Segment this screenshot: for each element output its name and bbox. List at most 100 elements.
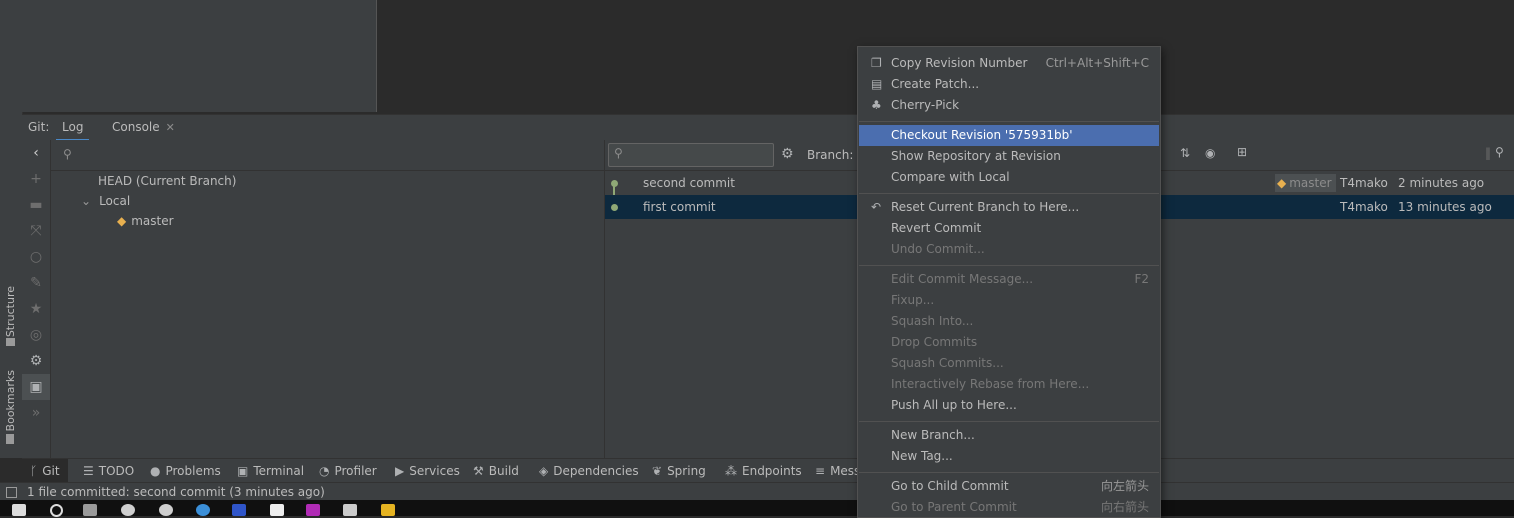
list-icon: ☰ — [83, 464, 94, 478]
tab-dependencies[interactable]: ◈ Dependencies — [539, 459, 639, 483]
search-icon: ⚲ — [63, 147, 72, 161]
left-tool-strip: Structure Bookmarks — [0, 0, 23, 458]
status-bar: 1 file committed: second commit (3 minut… — [0, 482, 1514, 501]
os-taskbar — [0, 500, 1514, 517]
eye-icon[interactable]: ◉ — [1205, 146, 1215, 160]
more-icon[interactable]: » — [22, 400, 50, 426]
commit-tag-badge: ◆ master — [1275, 174, 1336, 192]
tab-spring[interactable]: ❦ Spring — [652, 459, 706, 483]
menu-create-patch[interactable]: ▤ Create Patch... — [859, 74, 1159, 95]
menu-compare-with-local[interactable]: Compare with Local — [859, 167, 1159, 188]
menu-new-tag[interactable]: New Tag... — [859, 446, 1159, 467]
menu-new-branch[interactable]: New Branch... — [859, 425, 1159, 446]
search-icon[interactable]: ○ — [22, 244, 50, 270]
git-title: Git: — [28, 120, 50, 134]
tab-git[interactable]: ᚴ Git — [22, 459, 68, 483]
task-view-icon[interactable] — [83, 504, 97, 516]
chrome-icon[interactable] — [121, 504, 135, 516]
edit-icon[interactable]: ✎ — [22, 270, 50, 296]
menu-edit-commit-message[interactable]: Edit Commit Message... F2 — [859, 269, 1159, 290]
app-icon[interactable] — [196, 504, 210, 516]
menu-cherry-pick[interactable]: ♣ Cherry-Pick — [859, 95, 1159, 116]
tab-services[interactable]: ▶ Services — [395, 459, 460, 483]
problems-icon: ● — [150, 464, 161, 478]
browser-icon[interactable] — [159, 504, 173, 516]
endpoints-icon: ⁂ — [725, 464, 737, 478]
status-message[interactable]: 1 file committed: second commit (3 minut… — [27, 483, 325, 501]
intellij-icon[interactable] — [232, 504, 246, 516]
chevron-down-icon: ⌄ — [81, 194, 92, 208]
tab-console-label: Console — [112, 120, 160, 134]
merge-icon[interactable]: ⤧ — [22, 218, 50, 244]
undo-icon: ↶ — [871, 200, 882, 214]
branch-search-bar[interactable]: ⚲ — [51, 140, 604, 171]
sort-icon[interactable]: ⇅ — [1180, 146, 1190, 160]
star-icon[interactable]: ★ — [22, 296, 50, 322]
close-icon[interactable]: ✕ — [166, 121, 175, 134]
menu-interactive-rebase[interactable]: Interactively Rebase from Here... — [859, 374, 1159, 395]
menu-revert-commit[interactable]: Revert Commit — [859, 218, 1159, 239]
tab-log-label: Log — [62, 120, 84, 134]
search-icon[interactable] — [50, 504, 63, 517]
target-icon[interactable]: ◎ — [22, 322, 50, 348]
folder-icon[interactable] — [381, 504, 395, 516]
collapse-arrow-icon[interactable]: ‹ — [22, 140, 50, 166]
plus-icon[interactable]: + — [22, 166, 50, 192]
menu-push-all-up-to-here[interactable]: Push All up to Here... — [859, 395, 1159, 416]
branch-master[interactable]: ◆ master — [117, 211, 174, 231]
menu-go-to-child-commit[interactable]: Go to Child Commit 向左箭头 — [859, 476, 1159, 497]
menu-squash-into[interactable]: Squash Into... — [859, 311, 1159, 332]
tab-endpoints[interactable]: ⁂ Endpoints — [725, 459, 802, 483]
tab-services-label: Services — [409, 464, 460, 478]
gear-icon[interactable]: ⚙ — [22, 348, 50, 374]
tab-terminal-label: Terminal — [253, 464, 305, 478]
log-search-input[interactable]: ⚲ — [608, 143, 774, 167]
menu-show-repository-at-revision[interactable]: Show Repository at Revision — [859, 146, 1159, 167]
tab-profiler[interactable]: ◔ Profiler — [319, 459, 377, 483]
project-panel-secondary — [308, 0, 377, 112]
commit-time: 13 minutes ago — [1398, 200, 1492, 214]
delete-icon[interactable]: ▬ — [22, 192, 50, 218]
tab-todo[interactable]: ☰ TODO — [83, 459, 134, 483]
commit-message: second commit — [643, 176, 735, 190]
menu-checkout-revision[interactable]: Checkout Revision '575931bb' — [859, 125, 1159, 146]
menu-drop-commits[interactable]: Drop Commits — [859, 332, 1159, 353]
branches-panel: ⚲ HEAD (Current Branch) ⌄ Local ◆ master — [51, 140, 605, 458]
branch-filter[interactable]: Branch: — [807, 148, 853, 162]
menu-go-to-parent-commit[interactable]: Go to Parent Commit 向右箭头 — [859, 497, 1159, 518]
commit-time: 2 minutes ago — [1398, 176, 1485, 190]
menu-reset-current-branch[interactable]: ↶ Reset Current Branch to Here... — [859, 197, 1159, 218]
app-icon[interactable] — [343, 504, 357, 516]
menu-undo-commit[interactable]: Undo Commit... — [859, 239, 1159, 260]
branch-local-node[interactable]: ⌄ Local — [81, 191, 130, 211]
windows-start-icon[interactable] — [12, 504, 26, 516]
menu-copy-revision-number[interactable]: ❐ Copy Revision Number Ctrl+Alt+Shift+C — [859, 53, 1159, 74]
tab-dependencies-label: Dependencies — [553, 464, 639, 478]
commit-author: T4mako — [1340, 200, 1388, 214]
structure-side-tab[interactable]: Structure — [4, 286, 17, 337]
bookmarks-side-tab[interactable]: Bookmarks — [4, 370, 17, 431]
commit-author: T4mako — [1340, 176, 1388, 190]
menu-separator — [859, 193, 1159, 194]
tab-console[interactable]: Console ✕ — [106, 115, 181, 139]
branch-local-label: Local — [99, 194, 131, 208]
new-tab-icon[interactable]: ⊞ — [1237, 145, 1247, 159]
menu-squash-commits[interactable]: Squash Commits... — [859, 353, 1159, 374]
branch-head[interactable]: HEAD (Current Branch) — [98, 171, 236, 191]
tab-problems-label: Problems — [165, 464, 221, 478]
tab-build[interactable]: ⚒ Build — [473, 459, 519, 483]
tab-log[interactable]: Log — [56, 115, 90, 142]
media-icon[interactable] — [306, 504, 320, 516]
tab-messages[interactable]: ≡ Mess — [815, 459, 860, 483]
tool-window-bar: ᚴ Git ☰ TODO ● Problems ▣ Terminal ◔ Profiler… — [22, 458, 1514, 483]
search-icon[interactable]: ⚲ — [1495, 145, 1504, 159]
tab-problems[interactable]: ● Problems — [150, 459, 221, 483]
panel-toggle-icon[interactable]: ▣ — [22, 374, 50, 400]
menu-fixup[interactable]: Fixup... — [859, 290, 1159, 311]
typora-icon[interactable] — [270, 504, 284, 516]
tab-terminal[interactable]: ▣ Terminal — [237, 459, 304, 483]
gear-icon[interactable]: ⚙ — [781, 146, 794, 162]
menu-separator — [859, 265, 1159, 266]
project-panel — [22, 0, 308, 112]
pause-icon[interactable]: ‖ — [1485, 146, 1491, 160]
